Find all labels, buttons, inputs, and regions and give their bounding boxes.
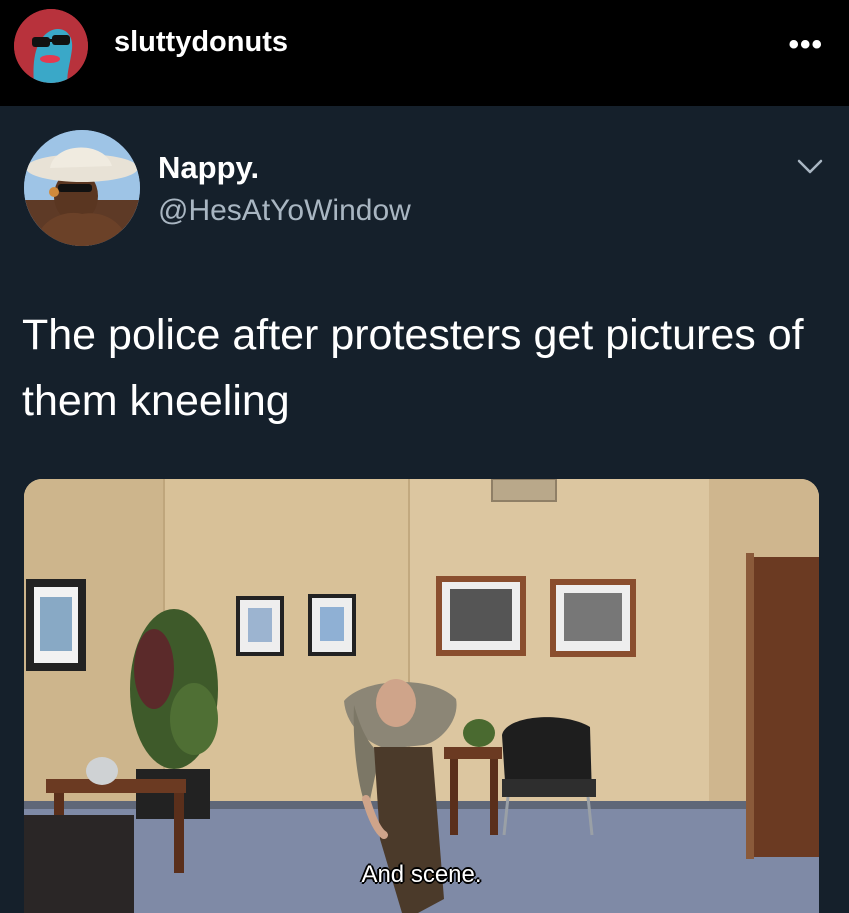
chevron-down-icon[interactable] — [797, 158, 823, 176]
tweet-text: The police after protesters get pictures… — [22, 311, 804, 425]
tweet-author-avatar[interactable] — [24, 130, 140, 246]
tweet-media-image[interactable]: And scene. — [24, 479, 819, 913]
tweet-card: Nappy. @HesAtYoWindow The police after p… — [0, 106, 849, 913]
instagram-avatar[interactable] — [14, 9, 88, 83]
video-caption: And scene. — [361, 861, 482, 888]
tweet-handle[interactable]: @HesAtYoWindow — [158, 194, 411, 228]
office-scene-illustration — [24, 479, 819, 913]
cartoon-avatar-image — [14, 9, 88, 83]
instagram-header: sluttydonuts ••• — [0, 0, 849, 106]
author-photo-image — [24, 130, 140, 246]
more-dots-icon[interactable]: ••• — [788, 28, 823, 62]
instagram-username[interactable]: sluttydonuts — [114, 26, 288, 59]
tweet-display-name[interactable]: Nappy. — [158, 150, 259, 186]
